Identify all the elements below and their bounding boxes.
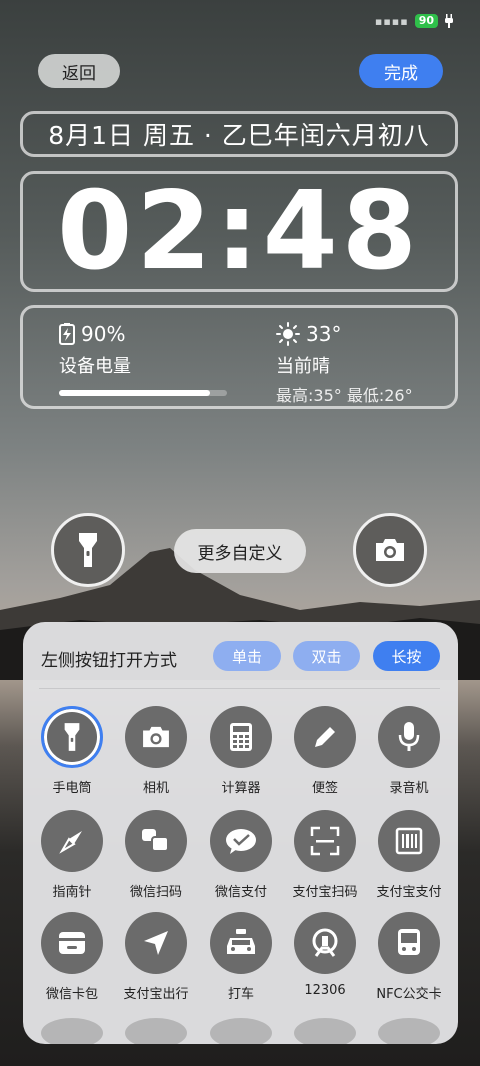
date-text: 8月1日 周五 · 乙巳年闰六月初八 xyxy=(48,121,430,150)
app-label: 打车 xyxy=(227,987,254,1002)
flashlight-icon xyxy=(79,533,97,567)
app-item-recorder[interactable]: 录音机 xyxy=(366,706,452,796)
weather-info: 33° 当前晴 最高:35° 最低:26° xyxy=(276,322,456,406)
scan-icon xyxy=(310,826,340,856)
app-label: 相机 xyxy=(142,781,169,796)
battery-icon xyxy=(59,323,75,345)
barcode-icon xyxy=(395,827,423,855)
divider xyxy=(39,688,440,689)
mode-single-tap[interactable]: 单击 xyxy=(213,641,281,671)
mode-double-tap[interactable]: 双击 xyxy=(293,641,360,671)
app-item-notes[interactable]: 便签 xyxy=(282,706,368,796)
app-icon-bg xyxy=(378,810,440,872)
wechat-scan-icon xyxy=(142,829,169,852)
app-item-alipay-pay[interactable]: 支付宝支付 xyxy=(366,810,452,900)
app-item-alipay-scan[interactable]: 支付宝扫码 xyxy=(282,810,368,900)
battery-info: 90% 设备电量 xyxy=(59,322,239,396)
app-label: 微信支付 xyxy=(214,885,267,900)
pencil-icon xyxy=(315,727,335,747)
app-icon-bg xyxy=(210,912,272,974)
app-label: 支付宝出行 xyxy=(123,987,189,1002)
time-text: 02:48 xyxy=(57,169,421,294)
app-item-wechat-scan[interactable]: 微信扫码 xyxy=(113,810,199,900)
app-icon-bg xyxy=(210,810,272,872)
app-icon-bg xyxy=(125,912,187,974)
camera-icon xyxy=(143,726,169,748)
status-bar: ▪▪▪▪ 90 xyxy=(375,14,454,28)
app-item-compass[interactable]: 指南针 xyxy=(29,810,115,900)
left-shortcut-button[interactable] xyxy=(51,513,125,587)
app-item-calculator[interactable]: 计算器 xyxy=(198,706,284,796)
taxi-icon xyxy=(227,929,255,954)
navigation-arrow-icon xyxy=(144,931,168,955)
wechat-pay-icon xyxy=(226,829,256,854)
next-row-icon xyxy=(210,1018,272,1044)
app-icon-bg xyxy=(378,706,440,768)
app-icon-bg xyxy=(294,706,356,768)
button-settings-panel: 左侧按钮打开方式 单击 双击 长按 手电筒 相机 计算器 便签 录音机 指南针 … xyxy=(23,622,458,1044)
next-row-icon xyxy=(41,1018,103,1044)
bus-card-icon xyxy=(398,929,420,955)
panel-title: 左侧按钮打开方式 xyxy=(41,651,177,671)
info-widget[interactable]: 90% 设备电量 33° 当前晴 最高:35° 最低:26° xyxy=(20,305,458,409)
battery-badge: 90 xyxy=(414,14,438,28)
battery-percent: 90% xyxy=(81,322,126,346)
app-item-alipay-travel[interactable]: 支付宝出行 xyxy=(113,912,199,1002)
app-icon-bg xyxy=(294,810,356,872)
temperature: 33° xyxy=(306,322,342,346)
weather-condition: 当前晴 xyxy=(276,356,330,377)
clock-widget[interactable]: 02:48 xyxy=(20,169,458,294)
next-row-icon xyxy=(378,1018,440,1044)
app-label: 12306 xyxy=(304,983,346,998)
app-label: 微信扫码 xyxy=(129,885,182,900)
done-button[interactable]: 完成 xyxy=(359,54,443,88)
app-label: NFC公交卡 xyxy=(376,987,442,1002)
app-icon-bg xyxy=(125,706,187,768)
app-item-nfc-bus-card[interactable]: NFC公交卡 xyxy=(366,912,452,1002)
app-label: 便签 xyxy=(311,781,338,796)
battery-progress-fill xyxy=(59,390,211,396)
battery-progress xyxy=(59,390,227,396)
app-icon-bg xyxy=(210,706,272,768)
battery-label: 设备电量 xyxy=(59,356,131,377)
back-button[interactable]: 返回 xyxy=(38,54,120,88)
mode-long-press[interactable]: 长按 xyxy=(373,641,440,671)
app-label: 支付宝支付 xyxy=(376,885,442,900)
app-item-wechat-wallet[interactable]: 微信卡包 xyxy=(29,912,115,1002)
app-label: 微信卡包 xyxy=(45,987,98,1002)
sun-icon xyxy=(276,322,300,346)
more-customize-button[interactable]: 更多自定义 xyxy=(174,529,306,573)
app-item-camera[interactable]: 相机 xyxy=(113,706,199,796)
app-icon-bg xyxy=(41,912,103,974)
app-icon-bg xyxy=(294,912,356,974)
temperature-range: 最高:35° 最低:26° xyxy=(276,386,413,405)
app-item-wechat-pay[interactable]: 微信支付 xyxy=(198,810,284,900)
calculator-icon xyxy=(230,723,252,751)
app-label: 支付宝扫码 xyxy=(292,885,358,900)
flashlight-icon xyxy=(64,723,80,751)
app-item-12306[interactable]: 12306 xyxy=(282,912,368,998)
app-label: 计算器 xyxy=(221,781,261,796)
app-icon-bg xyxy=(41,706,103,768)
compass-icon xyxy=(59,831,82,854)
camera-icon xyxy=(376,539,404,561)
app-item-flashlight[interactable]: 手电筒 xyxy=(29,706,115,796)
railway-icon xyxy=(312,928,338,957)
signal-icon: ▪▪▪▪ xyxy=(374,14,409,28)
app-item-taxi[interactable]: 打车 xyxy=(198,912,284,1002)
app-label: 指南针 xyxy=(52,885,92,900)
right-shortcut-button[interactable] xyxy=(353,513,427,587)
app-icon-bg xyxy=(41,810,103,872)
app-icon-bg xyxy=(125,810,187,872)
charging-plug-icon xyxy=(445,14,453,28)
next-row-icon xyxy=(294,1018,356,1044)
app-icon-bg xyxy=(378,912,440,974)
next-row-icon xyxy=(125,1018,187,1044)
microphone-icon xyxy=(398,722,420,751)
wallet-icon xyxy=(59,932,85,954)
app-label: 手电筒 xyxy=(52,781,92,796)
date-widget[interactable]: 8月1日 周五 · 乙巳年闰六月初八 xyxy=(20,111,458,157)
app-label: 录音机 xyxy=(389,781,429,796)
